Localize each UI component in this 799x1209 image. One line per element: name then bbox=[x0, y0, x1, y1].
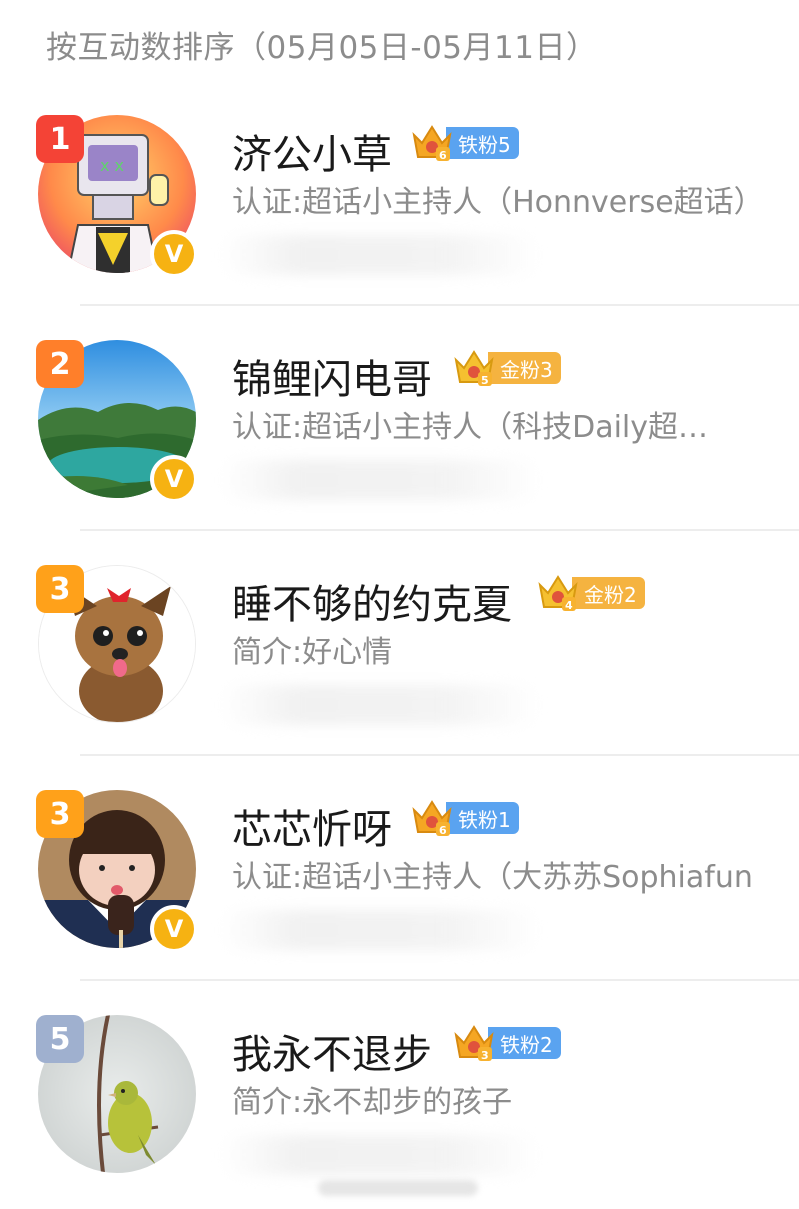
rank-badge: 5 bbox=[36, 1015, 84, 1063]
blurred-text bbox=[220, 460, 540, 500]
verified-badge: V bbox=[150, 905, 198, 953]
crown-icon: 5 bbox=[454, 350, 494, 387]
list-item[interactable]: 2 V 锦鲤闪电哥 5 金粉3 认证:超话小主持人（科技Daily超… bbox=[0, 305, 799, 531]
rank-badge: 3 bbox=[36, 790, 84, 838]
user-name[interactable]: 锦鲤闪电哥 bbox=[232, 347, 432, 405]
rank-badge: 3 bbox=[36, 565, 84, 613]
blurred-footer bbox=[318, 1180, 478, 1196]
fan-badge: 6 铁粉5 bbox=[410, 125, 519, 162]
fan-badge: 5 金粉3 bbox=[452, 350, 561, 387]
user-name[interactable]: 济公小草 bbox=[232, 122, 392, 180]
rank-badge: 2 bbox=[36, 340, 84, 388]
user-name[interactable]: 睡不够的约克夏 bbox=[232, 572, 512, 630]
crown-icon: 6 bbox=[412, 125, 452, 162]
user-desc: 简介:好心情 bbox=[232, 635, 393, 670]
crown-icon: 4 bbox=[538, 575, 578, 612]
rank-badge: 1 bbox=[36, 115, 84, 163]
crown-icon: 3 bbox=[454, 1025, 494, 1062]
list-item[interactable]: 3 睡不够的约克夏 4 金粉2 简介:好心情 bbox=[0, 530, 799, 756]
fan-level-digit: 6 bbox=[439, 149, 447, 162]
fan-badge-label: 金粉2 bbox=[572, 577, 645, 609]
list-item[interactable]: 3 V 芯芯忻呀 6 铁粉1 认证:超话小主持人（大苏苏Sophiafun bbox=[0, 755, 799, 981]
fan-badge-label: 金粉3 bbox=[488, 352, 561, 384]
fan-badge: 3 铁粉2 bbox=[452, 1025, 561, 1062]
user-desc: 简介:永不却步的孩子 bbox=[232, 1085, 513, 1120]
fan-badge: 6 铁粉1 bbox=[410, 800, 519, 837]
blurred-text bbox=[220, 1135, 540, 1175]
blurred-text bbox=[220, 910, 540, 950]
fan-badge-label: 铁粉1 bbox=[446, 802, 519, 834]
fan-level-digit: 3 bbox=[481, 1049, 489, 1062]
fan-level-digit: 5 bbox=[481, 374, 489, 387]
user-desc: 认证:超话小主持人（Honnverse超话） bbox=[232, 185, 764, 220]
user-desc: 认证:超话小主持人（大苏苏Sophiafun bbox=[232, 860, 753, 895]
list-item[interactable]: 5 我永不退步 3 铁粉2 简介:永不却步的孩子 bbox=[0, 980, 799, 1206]
blurred-text bbox=[220, 235, 540, 275]
verified-badge: V bbox=[150, 230, 198, 278]
crown-icon: 6 bbox=[412, 800, 452, 837]
fan-level-digit: 4 bbox=[565, 599, 573, 612]
sort-header: 按互动数排序（05月05日-05月11日） bbox=[46, 30, 598, 66]
svg-text:x x: x x bbox=[100, 156, 124, 175]
fan-badge-label: 铁粉2 bbox=[488, 1027, 561, 1059]
list-item[interactable]: x x 1 V 济公小草 6 铁粉5 认证:超话小主持人（Honnverse超话… bbox=[0, 80, 799, 306]
blurred-text bbox=[220, 685, 540, 725]
user-name[interactable]: 芯芯忻呀 bbox=[232, 797, 392, 855]
fan-level-digit: 6 bbox=[439, 824, 447, 837]
fan-badge-label: 铁粉5 bbox=[446, 127, 519, 159]
user-desc: 认证:超话小主持人（科技Daily超… bbox=[232, 410, 709, 445]
verified-badge: V bbox=[150, 455, 198, 503]
user-name[interactable]: 我永不退步 bbox=[232, 1022, 432, 1080]
fan-badge: 4 金粉2 bbox=[536, 575, 645, 612]
